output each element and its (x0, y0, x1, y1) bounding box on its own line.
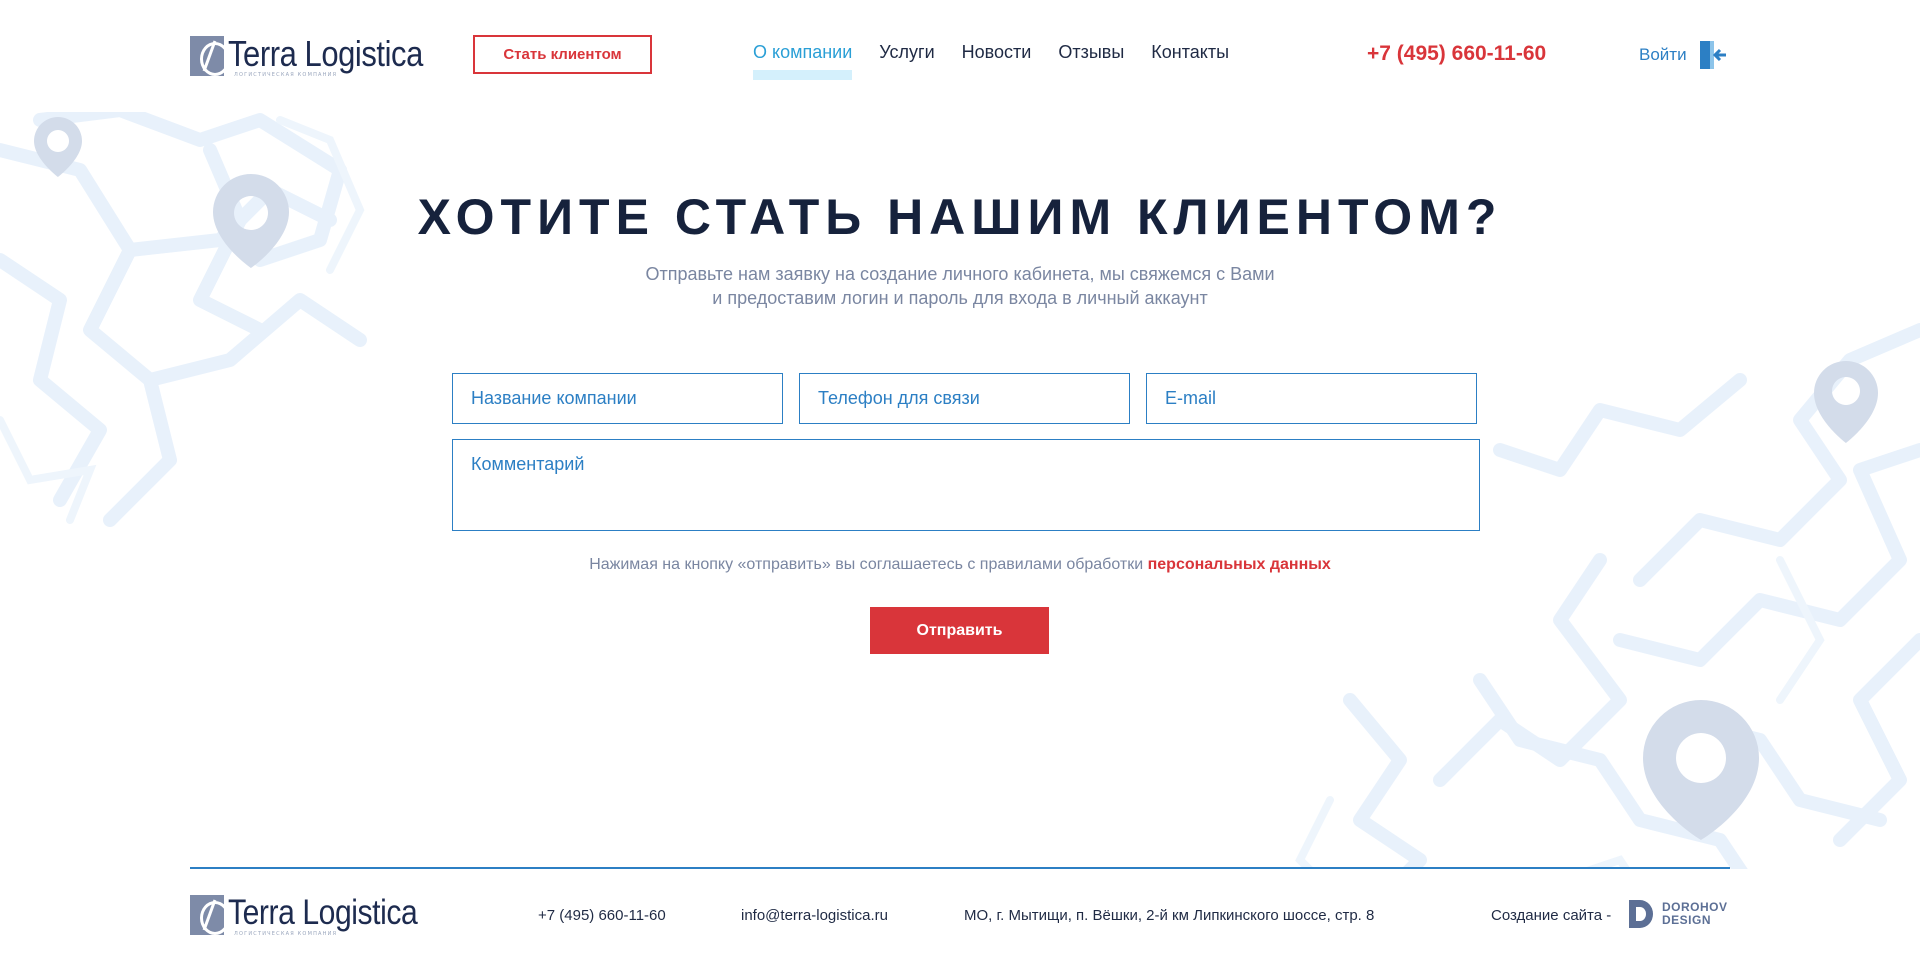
logo-name: Terra Logistica (228, 33, 423, 74)
header-phone[interactable]: +7 (495) 660-11-60 (1367, 42, 1546, 66)
map-pin-icon (34, 117, 82, 177)
header-logo[interactable]: Terra Logistica логистическая компания (190, 36, 455, 78)
nav-item-reviews[interactable]: Отзывы (1058, 42, 1124, 63)
become-client-button[interactable]: Стать клиентом (473, 35, 652, 74)
comment-textarea[interactable] (452, 439, 1480, 531)
footer-phone[interactable]: +7 (495) 660-11-60 (538, 907, 666, 924)
map-pin-icon (1643, 700, 1759, 840)
personal-data-link[interactable]: персональных данных (1148, 556, 1331, 573)
map-pin-icon (1814, 361, 1878, 443)
site-header: Terra Logistica логистическая компания С… (0, 0, 1920, 112)
login-label: Войти (1639, 45, 1687, 64)
subtitle-line-1: Отправьте нам заявку на создание личного… (645, 264, 1275, 284)
footer-address: МО, г. Мытищи, п. Вёшки, 2-й км Липкинск… (964, 907, 1375, 924)
login-door-icon (1699, 41, 1726, 69)
page-subtitle: Отправьте нам заявку на создание личного… (0, 262, 1920, 310)
submit-button[interactable]: Отправить (870, 607, 1049, 654)
email-input[interactable] (1146, 373, 1477, 424)
nav-item-contacts[interactable]: Контакты (1151, 42, 1229, 63)
studio-d-logo-icon (1629, 900, 1653, 928)
footer-logo[interactable]: Terra Logistica логистическая компания (190, 895, 448, 937)
page-title: ХОТИТЕ СТАТЬ НАШИМ КЛИЕНТОМ? (417, 189, 1503, 245)
studio-name-line-2: DESIGN (1662, 913, 1712, 927)
nav-item-about[interactable]: О компании (753, 42, 853, 80)
studio-logo[interactable]: DOROHOV DESIGN (1628, 899, 1728, 929)
logo-name: Terra Logistica (228, 893, 418, 932)
login-link[interactable]: Войти (1639, 40, 1727, 70)
globe-logo-icon (190, 36, 224, 76)
footer-email[interactable]: info@terra-logistica.ru (741, 907, 888, 924)
globe-logo-icon (190, 895, 224, 935)
nav-item-services[interactable]: Услуги (879, 42, 934, 63)
main-nav: О компании Услуги Новости Отзывы Контакт… (753, 42, 1256, 80)
nav-item-news[interactable]: Новости (962, 42, 1032, 63)
contact-phone-input[interactable] (799, 373, 1130, 424)
consent-text: Нажимая на кнопку «отправить» вы соглаша… (0, 556, 1920, 574)
made-by-label: Создание сайта - (1491, 907, 1612, 924)
company-name-input[interactable] (452, 373, 783, 424)
site-footer: Terra Logistica логистическая компания +… (0, 869, 1920, 960)
consent-text-body: Нажимая на кнопку «отправить» вы соглаша… (589, 556, 1144, 573)
subtitle-line-2: и предоставим логин и пароль для входа в… (712, 288, 1208, 308)
